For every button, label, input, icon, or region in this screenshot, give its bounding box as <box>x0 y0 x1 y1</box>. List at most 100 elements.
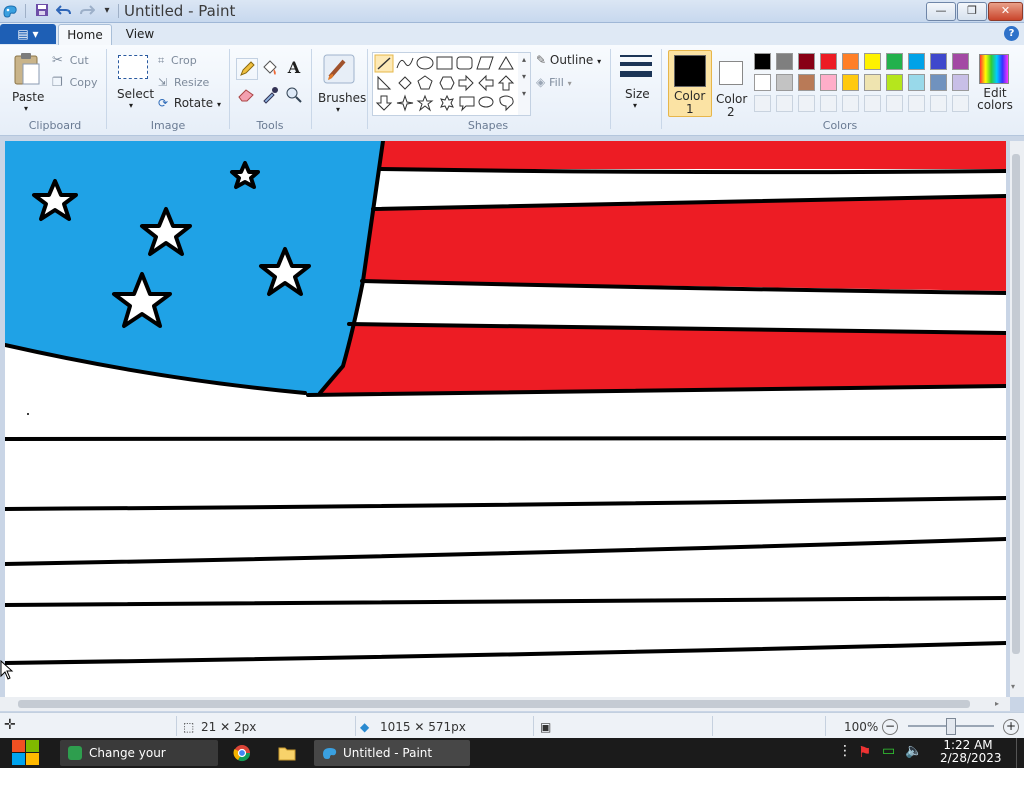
rectangle-shape[interactable] <box>436 56 453 70</box>
taskbar-item-paint[interactable]: Untitled - Paint <box>314 740 470 766</box>
select-button[interactable]: Select ▾ <box>115 53 154 113</box>
taskbar-item-chrome[interactable] <box>224 740 262 766</box>
zoom-out-button[interactable]: − <box>882 719 898 735</box>
six-point-star-shape[interactable] <box>440 94 454 112</box>
paste-button[interactable]: Paste ▾ <box>10 50 44 113</box>
palette-color-swatch[interactable] <box>908 74 925 91</box>
text-tool-button[interactable]: A <box>284 58 304 78</box>
size-button[interactable]: Size ▾ <box>616 51 656 113</box>
action-center-flag-icon[interactable]: ⚑ <box>858 743 871 761</box>
palette-color-swatch[interactable] <box>930 74 947 91</box>
close-button[interactable]: ✕ <box>988 2 1023 21</box>
palette-color-swatch[interactable] <box>754 74 771 91</box>
palette-color-swatch[interactable] <box>820 53 837 70</box>
crop-button[interactable]: ⌗ Crop <box>158 53 218 69</box>
brushes-button[interactable]: Brushes ▾ <box>316 51 366 115</box>
polygon-shape[interactable] <box>476 56 494 70</box>
four-point-star-shape[interactable] <box>396 94 414 112</box>
five-point-star-shape[interactable] <box>416 94 434 112</box>
palette-empty-swatch[interactable] <box>864 95 881 112</box>
rounded-rectangle-shape[interactable] <box>456 56 473 70</box>
taskbar-item-file-explorer[interactable] <box>268 740 306 766</box>
color2-button[interactable]: Color 2 <box>712 50 752 119</box>
palette-empty-swatch[interactable] <box>776 95 793 112</box>
file-menu-button[interactable]: ▤ ▾ <box>0 24 56 44</box>
paint-app-icon[interactable] <box>2 3 18 19</box>
palette-color-swatch[interactable] <box>952 74 969 91</box>
palette-color-swatch[interactable] <box>908 53 925 70</box>
hexagon-shape[interactable] <box>439 76 455 90</box>
palette-color-swatch[interactable] <box>776 74 793 91</box>
network-icon[interactable]: ▭ <box>882 743 895 759</box>
clock[interactable]: 1:22 AM 2/28/2023 <box>940 739 1002 765</box>
left-arrow-shape[interactable] <box>478 74 494 92</box>
tab-home[interactable]: Home <box>58 24 112 46</box>
more-options-icon[interactable]: ⋮ <box>838 743 852 759</box>
scroll-right-arrow-icon[interactable]: ▸ <box>995 699 999 708</box>
rounded-callout-shape[interactable] <box>459 96 475 112</box>
redo-icon[interactable] <box>79 3 96 19</box>
magnifier-tool-button[interactable] <box>284 85 304 105</box>
oval-callout-shape[interactable] <box>478 96 494 108</box>
pentagon-shape[interactable] <box>417 75 433 90</box>
cut-button[interactable]: ✂ Cut <box>52 53 102 69</box>
palette-color-swatch[interactable] <box>798 74 815 91</box>
minimize-button[interactable]: — <box>926 2 956 21</box>
triangle-shape[interactable] <box>498 56 514 70</box>
oval-shape[interactable] <box>416 56 434 70</box>
down-arrow-shape[interactable] <box>375 95 393 111</box>
palette-color-swatch[interactable] <box>842 74 859 91</box>
fill-button[interactable]: ◈ Fill ▾ <box>536 75 606 91</box>
palette-color-swatch[interactable] <box>864 74 881 91</box>
palette-empty-swatch[interactable] <box>842 95 859 112</box>
palette-color-swatch[interactable] <box>820 74 837 91</box>
edit-colors-button[interactable]: Edit colors <box>974 51 1014 115</box>
outline-button[interactable]: ✎ Outline ▾ <box>536 53 606 69</box>
resize-button[interactable]: ⇲ Resize <box>158 75 218 91</box>
start-button[interactable] <box>8 738 46 768</box>
palette-color-swatch[interactable] <box>886 74 903 91</box>
customize-quick-access-icon[interactable]: ▾ <box>99 3 115 19</box>
scroll-down-arrow-icon[interactable]: ▾ <box>1011 682 1015 691</box>
cloud-callout-shape[interactable] <box>499 95 514 112</box>
color-picker-tool-button[interactable] <box>260 85 280 105</box>
rotate-button[interactable]: ⟳ Rotate ▾ <box>158 96 224 112</box>
shapes-scroll[interactable]: ▴ ▾ ▾ <box>518 52 531 116</box>
palette-empty-swatch[interactable] <box>908 95 925 112</box>
fill-tool-button[interactable] <box>260 58 280 78</box>
curve-shape[interactable] <box>396 57 414 69</box>
drawing-canvas[interactable] <box>3 139 1008 697</box>
maximize-button[interactable]: ❐ <box>957 2 987 21</box>
right-triangle-shape[interactable] <box>377 75 392 90</box>
tab-view[interactable]: View <box>116 24 164 45</box>
palette-color-swatch[interactable] <box>776 53 793 70</box>
up-arrow-shape[interactable] <box>497 75 515 91</box>
palette-empty-swatch[interactable] <box>798 95 815 112</box>
palette-empty-swatch[interactable] <box>930 95 947 112</box>
zoom-in-button[interactable]: + <box>1003 719 1019 735</box>
palette-color-swatch[interactable] <box>864 53 881 70</box>
volume-icon[interactable]: 🔈 <box>905 743 922 759</box>
horizontal-scroll-thumb[interactable] <box>18 700 970 708</box>
eraser-tool-button[interactable] <box>236 85 256 105</box>
undo-icon[interactable] <box>55 3 72 19</box>
pencil-tool-button[interactable] <box>236 58 258 80</box>
palette-empty-swatch[interactable] <box>952 95 969 112</box>
palette-color-swatch[interactable] <box>842 53 859 70</box>
diamond-shape[interactable] <box>398 76 412 90</box>
help-button[interactable]: ? <box>1004 26 1019 41</box>
taskbar-item-settings[interactable]: Change your deskto... <box>60 740 218 786</box>
copy-button[interactable]: ❐ Copy <box>52 75 102 91</box>
vertical-scroll-thumb[interactable] <box>1012 154 1020 654</box>
save-icon[interactable] <box>34 3 50 19</box>
palette-color-swatch[interactable] <box>952 53 969 70</box>
palette-empty-swatch[interactable] <box>886 95 903 112</box>
palette-color-swatch[interactable] <box>798 53 815 70</box>
zoom-slider-thumb[interactable] <box>946 718 956 735</box>
palette-color-swatch[interactable] <box>754 53 771 70</box>
palette-color-swatch[interactable] <box>886 53 903 70</box>
show-desktop-button[interactable] <box>1016 738 1024 768</box>
palette-empty-swatch[interactable] <box>754 95 771 112</box>
color1-button[interactable]: Color 1 <box>668 50 712 117</box>
right-arrow-shape[interactable] <box>458 74 474 92</box>
